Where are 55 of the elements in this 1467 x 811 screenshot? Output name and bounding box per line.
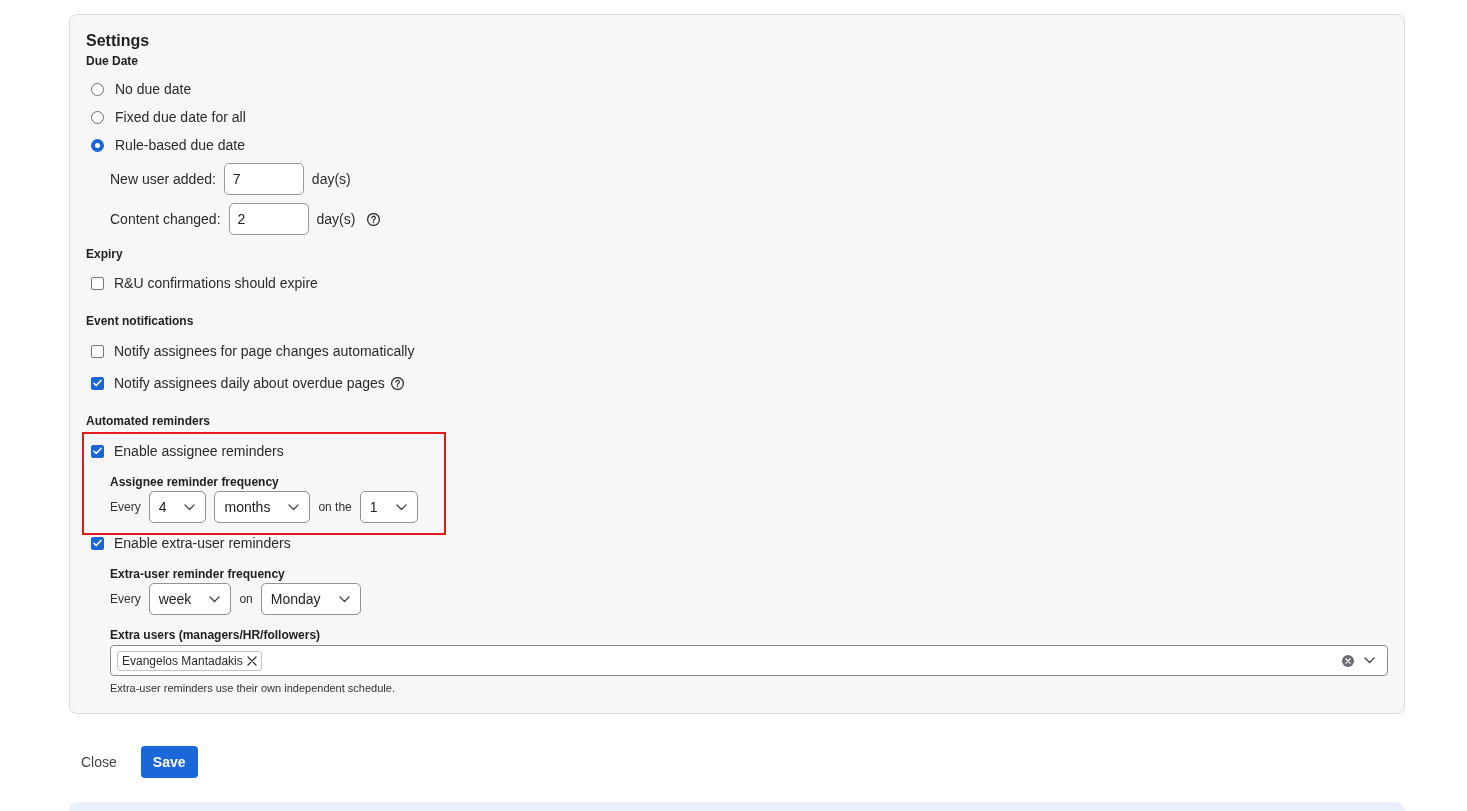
- chevron-down-icon: [209, 595, 221, 603]
- section-heading: Due Date: [86, 53, 138, 69]
- help-icon[interactable]: [367, 212, 381, 226]
- dropdown[interactable]: week: [148, 583, 232, 615]
- checkbox-label: Enable extra-user reminders: [114, 534, 291, 552]
- section-heading: Expiry: [86, 246, 123, 262]
- panel-title: Settings: [86, 31, 150, 51]
- input-field[interactable]: 7: [223, 163, 304, 195]
- frequency-heading: Assignee reminder frequency: [110, 474, 279, 490]
- user-chip[interactable]: Evangelos Mantadakis: [117, 650, 262, 671]
- checkbox-label: R&U confirmations should expire: [114, 274, 318, 292]
- dropdown[interactable]: 4: [148, 491, 207, 523]
- frequency-label: on the: [318, 499, 352, 515]
- checkbox-label: Notify assignees daily about overdue pages: [114, 374, 385, 392]
- checkbox[interactable]: [91, 276, 104, 290]
- frequency-heading: Extra-user reminder frequency: [110, 566, 285, 582]
- checkbox-label: Notify assignees for page changes automatically: [114, 342, 415, 360]
- section-heading: Automated reminders: [86, 413, 211, 429]
- field-label: Content changed:: [110, 210, 221, 228]
- chevron-down-icon: [184, 503, 196, 511]
- frequency-label: on: [239, 591, 253, 607]
- save-button[interactable]: Save: [140, 746, 198, 778]
- field-label: New user added:: [110, 170, 216, 188]
- close-button[interactable]: Close: [69, 746, 129, 778]
- radio-label: Rule-based due date: [115, 136, 245, 154]
- chevron-down-icon: [1364, 657, 1375, 664]
- chevron-down-icon: [338, 595, 350, 603]
- checkbox[interactable]: [91, 536, 104, 550]
- radio-button[interactable]: [91, 110, 104, 124]
- hint-text: Extra-user reminders use their own independent schedule.: [110, 681, 395, 695]
- unit-label: day(s): [311, 170, 351, 188]
- radio-label: Fixed due date for all: [115, 108, 246, 126]
- checkbox[interactable]: [91, 344, 104, 358]
- field-label: Extra users (managers/HR/followers): [110, 627, 321, 643]
- help-icon[interactable]: [390, 376, 404, 390]
- dropdown[interactable]: Monday: [260, 583, 361, 615]
- frequency-label: Every: [110, 499, 141, 515]
- frequency-label: Every: [110, 591, 141, 607]
- radio-button[interactable]: [91, 138, 104, 152]
- unit-label: day(s): [316, 210, 356, 228]
- dropdown[interactable]: months: [214, 491, 311, 523]
- multi-select-field[interactable]: Evangelos Mantadakis: [110, 645, 1388, 676]
- remove-icon[interactable]: [245, 654, 258, 667]
- radio-button[interactable]: [91, 82, 104, 96]
- radio-label: No due date: [115, 80, 192, 98]
- checkbox[interactable]: [91, 376, 104, 390]
- checkbox-label: Enable assignee reminders: [114, 442, 284, 460]
- checkbox[interactable]: [91, 444, 104, 458]
- chip-label: Evangelos Mantadakis: [122, 653, 243, 668]
- dropdown[interactable]: 1: [359, 491, 418, 523]
- section-heading: Event notifications: [86, 313, 194, 329]
- chevron-down-icon: [395, 503, 407, 511]
- input-field[interactable]: 2: [228, 203, 309, 235]
- chevron-down-icon: [288, 503, 300, 511]
- clear-icon[interactable]: [1342, 654, 1354, 667]
